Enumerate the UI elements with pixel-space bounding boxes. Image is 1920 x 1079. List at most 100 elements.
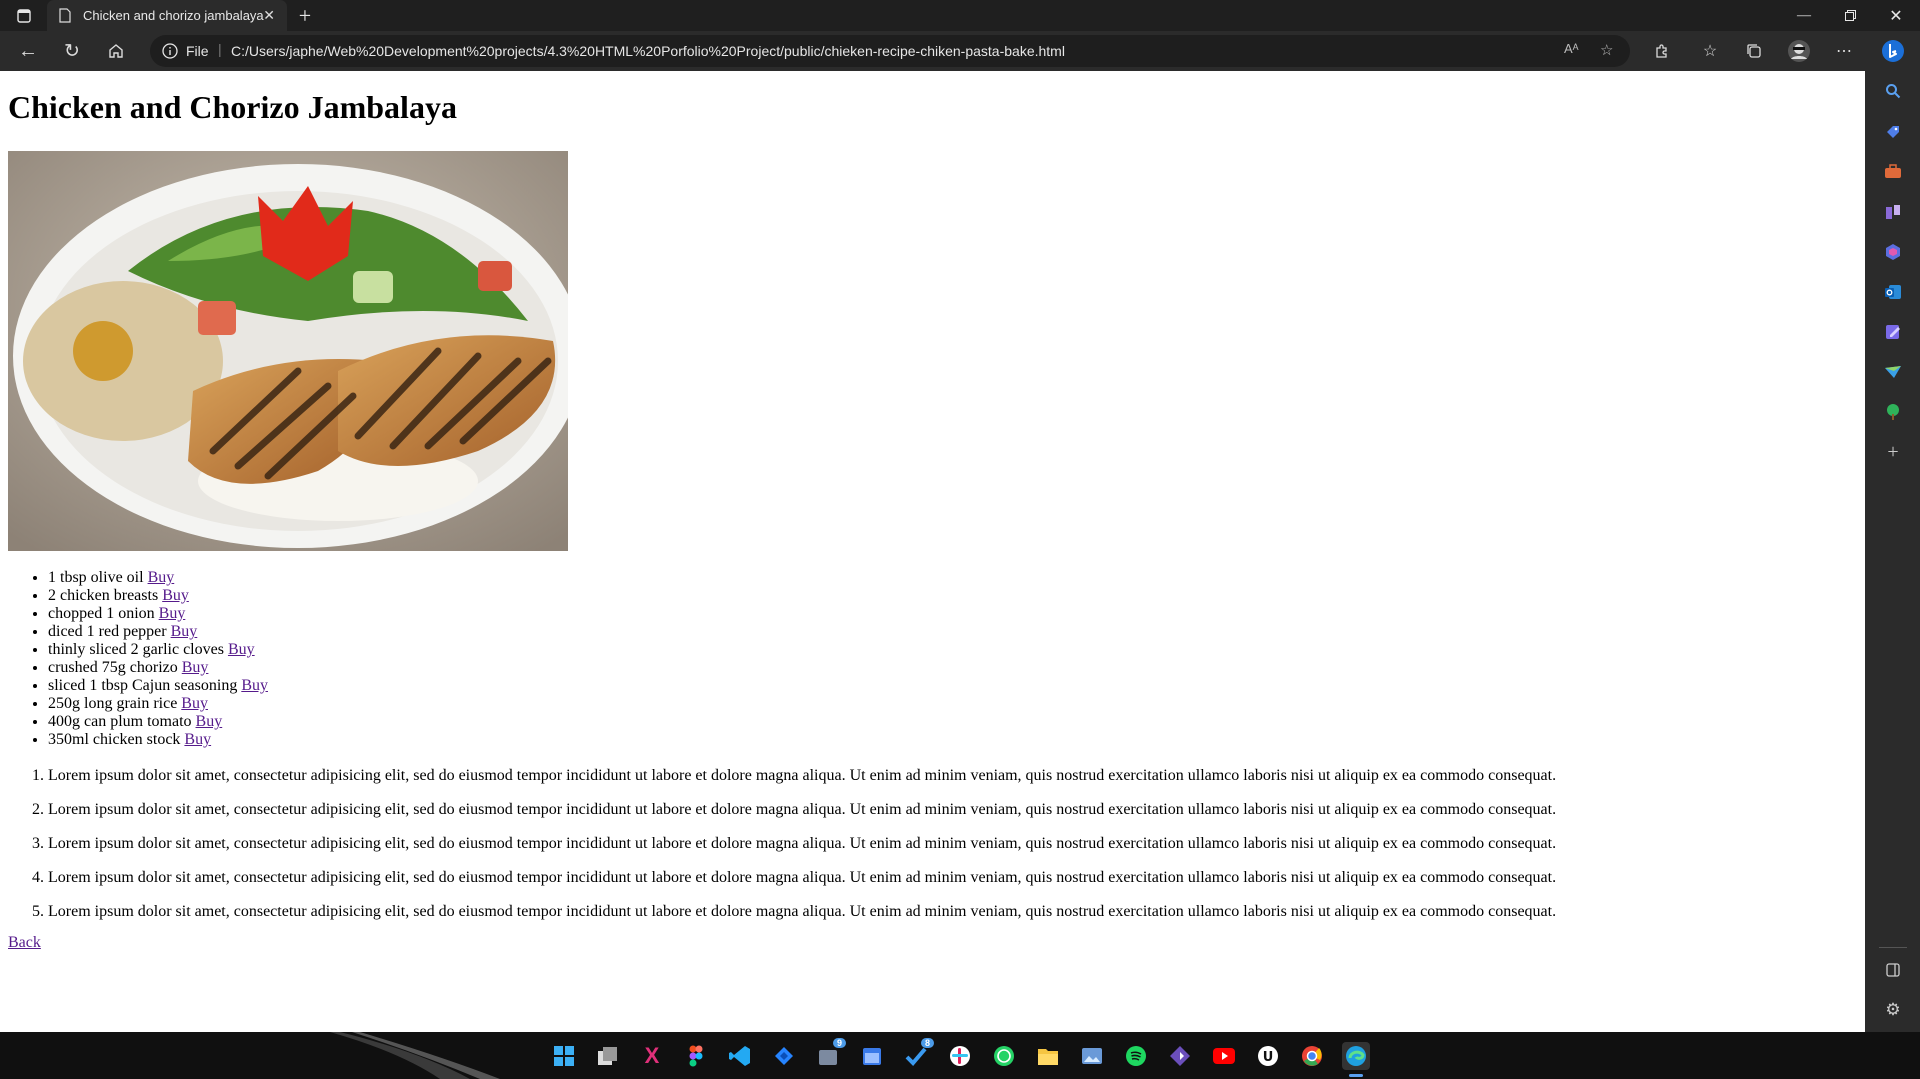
list-item: chopped 1 onion Buy [48, 605, 268, 623]
hide-sidebar-icon[interactable] [1883, 960, 1903, 980]
list-item: 400g can plum tomato Buy [48, 713, 268, 731]
buy-link[interactable]: Buy [148, 569, 175, 586]
designer-icon[interactable] [1883, 322, 1903, 342]
avatar-icon [1788, 40, 1810, 62]
tree-icon[interactable] [1883, 402, 1903, 422]
youtube-icon[interactable] [1210, 1042, 1238, 1070]
shopping-tag-icon[interactable] [1883, 122, 1903, 142]
active-tab[interactable]: Chicken and chorizo jambalaya ✕ [47, 0, 287, 31]
home-icon [109, 44, 123, 58]
figma-icon[interactable] [682, 1042, 710, 1070]
vscode-icon[interactable] [726, 1042, 754, 1070]
x-app-icon[interactable]: X [638, 1042, 666, 1070]
toolbar: ← ↻ File | C:/Users/japhe/Web%20Developm… [0, 31, 1920, 71]
collections-icon [1747, 44, 1761, 58]
buy-link[interactable]: Buy [162, 587, 189, 604]
buy-link[interactable]: Buy [182, 659, 209, 676]
spotify-icon[interactable] [1122, 1042, 1150, 1070]
copilot-icon [1882, 40, 1904, 62]
favorites-button[interactable]: ☆ [1696, 31, 1724, 71]
step-item: Lorem ipsum dolor sit amet, consectetur … [48, 835, 1556, 853]
site-info-icon[interactable] [162, 43, 178, 62]
games-icon[interactable] [1883, 202, 1903, 222]
home-button[interactable] [102, 31, 130, 71]
slack-icon[interactable] [946, 1042, 974, 1070]
outlook-icon[interactable] [1883, 282, 1903, 302]
list-item: 350ml chicken stock Buy [48, 731, 268, 749]
tab-actions-button[interactable] [10, 0, 38, 31]
list-item: thinly sliced 2 garlic cloves Buy [48, 641, 268, 659]
read-aloud-icon[interactable]: Aᴬ [1564, 41, 1579, 56]
address-bar[interactable]: File | C:/Users/japhe/Web%20Development%… [150, 35, 1630, 67]
minimize-button[interactable]: — [1786, 0, 1822, 31]
svg-text:U: U [1263, 1050, 1274, 1065]
windows-taskbar: X 9 8 U [0, 1032, 1920, 1079]
tab-title: Chicken and chorizo jambalaya [83, 8, 264, 23]
tab-close-icon[interactable]: ✕ [263, 7, 275, 24]
whatsapp-icon[interactable] [990, 1042, 1018, 1070]
copilot-button[interactable] [1878, 31, 1908, 71]
scheme-label: File [186, 43, 209, 59]
list-item: sliced 1 tbsp Cajun seasoning Buy [48, 677, 268, 695]
list-item: crushed 75g chorizo Buy [48, 659, 268, 677]
more-menu-button[interactable]: ⋯ [1830, 31, 1858, 71]
edge-icon[interactable] [1342, 1042, 1370, 1070]
ingredient-list: 1 tbsp olive oil Buy 2 chicken breasts B… [8, 569, 268, 749]
step-item: Lorem ipsum dolor sit amet, consectetur … [48, 903, 1556, 921]
tab-strip: Chicken and chorizo jambalaya ✕ + — ✕ [0, 0, 1920, 31]
collections-button[interactable] [1740, 31, 1768, 71]
back-button[interactable]: ← [14, 31, 42, 71]
edge-sidebar: + ⚙ [1865, 71, 1920, 1032]
url-text[interactable]: C:/Users/japhe/Web%20Development%20proje… [231, 43, 1065, 59]
microsoft365-icon[interactable] [1883, 242, 1903, 262]
sidebar-divider [1879, 947, 1907, 948]
search-icon[interactable] [1883, 81, 1903, 101]
jira-icon[interactable] [770, 1042, 798, 1070]
refresh-button[interactable]: ↻ [58, 31, 86, 71]
buy-link[interactable]: Buy [184, 731, 211, 748]
buy-link[interactable]: Buy [159, 605, 186, 622]
visual-studio-icon[interactable] [1166, 1042, 1194, 1070]
tasks-badge: 8 [920, 1038, 934, 1048]
drop-icon[interactable] [1883, 362, 1903, 382]
add-favorite-icon[interactable]: ☆ [1600, 41, 1613, 59]
restore-button[interactable] [1832, 0, 1868, 31]
active-app-indicator [1349, 1074, 1363, 1077]
file-explorer-icon[interactable] [1034, 1042, 1062, 1070]
buy-link[interactable]: Buy [196, 713, 223, 730]
list-item: 250g long grain rice Buy [48, 695, 268, 713]
tab-actions-icon [17, 8, 31, 23]
method-steps: Lorem ipsum dolor sit amet, consectetur … [8, 767, 1556, 937]
close-window-button[interactable]: ✕ [1878, 0, 1914, 31]
step-item: Lorem ipsum dolor sit amet, consectetur … [48, 767, 1556, 785]
recipe-photo [8, 151, 568, 551]
list-item: diced 1 red pepper Buy [48, 623, 268, 641]
step-item: Lorem ipsum dolor sit amet, consectetur … [48, 801, 1556, 819]
photos-icon[interactable] [1078, 1042, 1106, 1070]
restore-icon [1844, 10, 1856, 21]
task-view-icon[interactable] [594, 1042, 622, 1070]
extensions-button[interactable] [1648, 31, 1676, 71]
profile-avatar[interactable] [1785, 31, 1813, 71]
ubisoft-icon[interactable]: U [1254, 1042, 1282, 1070]
buy-link[interactable]: Buy [171, 623, 198, 640]
taskbar-wallpaper-swoosh [330, 1032, 500, 1079]
store-icon[interactable]: 9 [814, 1038, 846, 1070]
add-sidebar-app-icon[interactable]: + [1883, 441, 1903, 463]
buy-link[interactable]: Buy [241, 677, 268, 694]
chrome-icon[interactable] [1298, 1042, 1326, 1070]
puzzle-icon [1656, 44, 1667, 58]
back-link[interactable]: Back [8, 934, 41, 952]
step-item: Lorem ipsum dolor sit amet, consectetur … [48, 869, 1556, 887]
page-content: Chicken and Chorizo Jambalaya 1 tbsp oli… [0, 71, 1865, 1032]
sidebar-settings-icon[interactable]: ⚙ [1883, 1000, 1903, 1020]
tasks-icon[interactable]: 8 [902, 1038, 934, 1070]
start-icon[interactable] [550, 1042, 578, 1070]
page-icon [59, 8, 71, 23]
list-item: 2 chicken breasts Buy [48, 587, 268, 605]
new-tab-button[interactable]: + [292, 0, 318, 31]
buy-link[interactable]: Buy [181, 695, 208, 712]
buy-link[interactable]: Buy [228, 641, 255, 658]
calendar-icon[interactable] [858, 1042, 886, 1070]
tools-icon[interactable] [1883, 162, 1903, 182]
